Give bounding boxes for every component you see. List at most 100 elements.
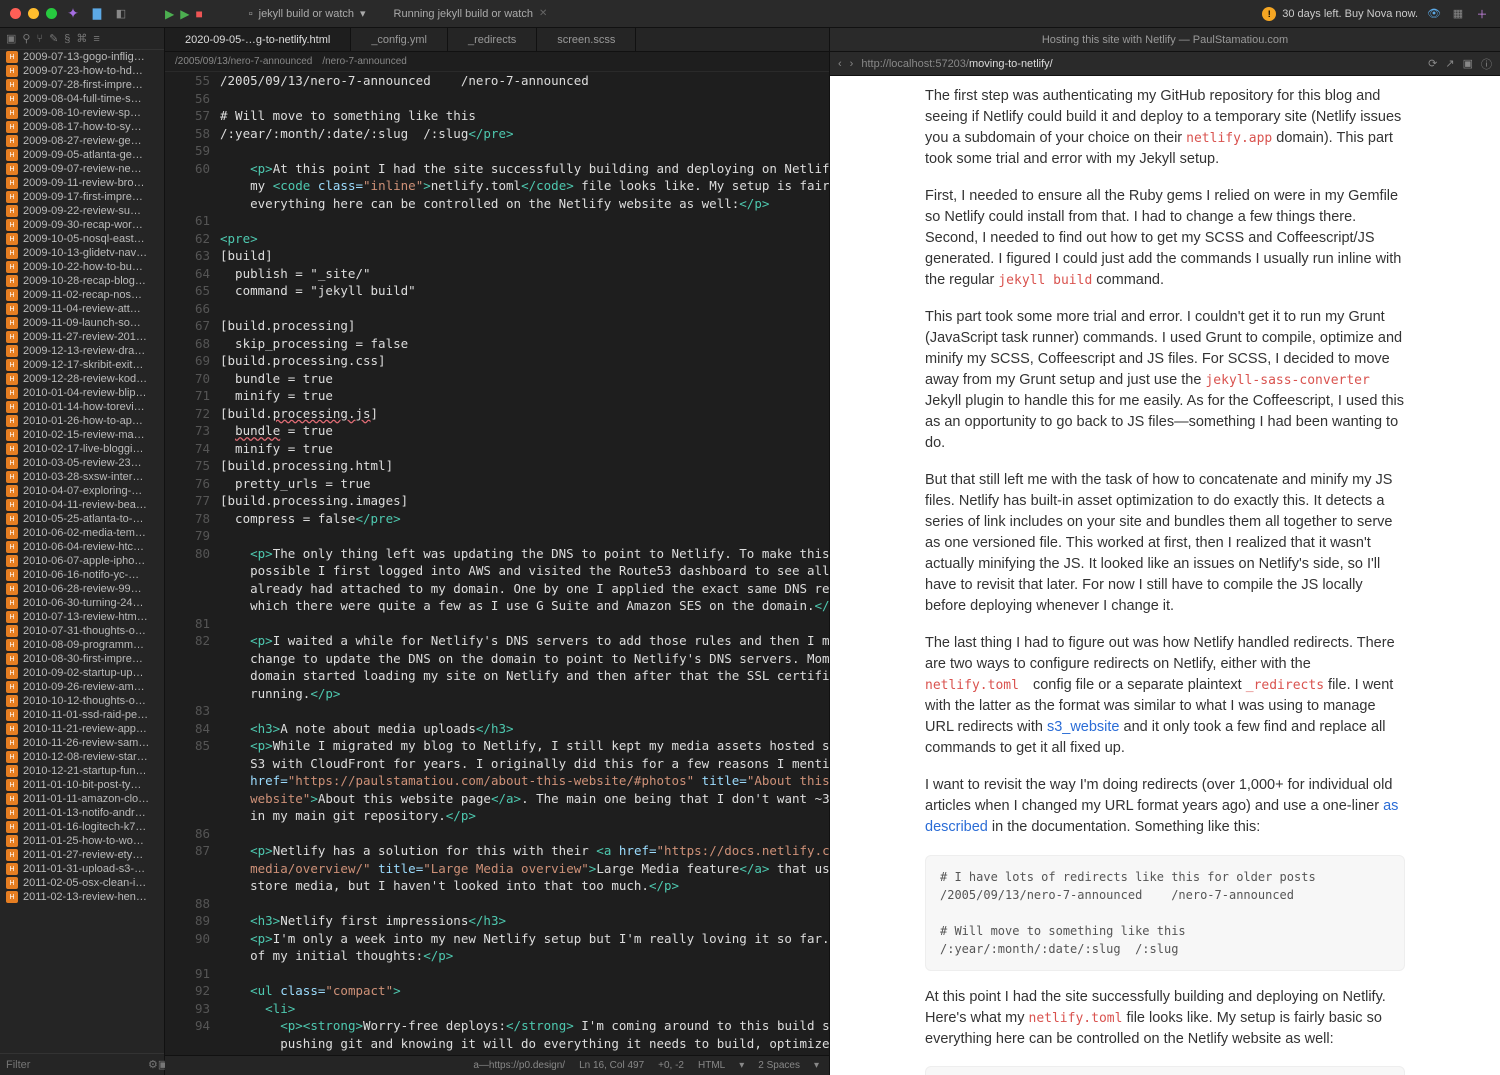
file-item[interactable]: H2010-04-11-review-bea…: [0, 498, 164, 512]
filter-input[interactable]: [6, 1059, 148, 1071]
preview-url[interactable]: http://localhost:57203/moving-to-netlify…: [861, 58, 1420, 70]
zoom-window[interactable]: [46, 8, 57, 19]
chevron-down-icon[interactable]: ▾: [360, 7, 366, 20]
file-item[interactable]: H2009-10-05-nosql-east…: [0, 232, 164, 246]
gear-icon[interactable]: ⚙: [148, 1058, 158, 1071]
file-item[interactable]: H2010-01-14-how-torevi…: [0, 400, 164, 414]
git-branch[interactable]: a—https://p0.design/: [473, 1060, 565, 1071]
file-item[interactable]: H2010-09-26-review-am…: [0, 680, 164, 694]
chevron-icon[interactable]: ▾: [814, 1060, 819, 1071]
file-item[interactable]: H2009-09-07-review-ne…: [0, 162, 164, 176]
reload-icon[interactable]: ⟳: [1428, 57, 1437, 70]
file-item[interactable]: H2009-07-23-how-to-hd…: [0, 64, 164, 78]
file-item[interactable]: H2009-12-17-skribit-exit…: [0, 358, 164, 372]
file-item[interactable]: H2011-02-13-review-hen…: [0, 890, 164, 904]
file-item[interactable]: H2009-07-28-first-impre…: [0, 78, 164, 92]
file-item[interactable]: H2010-06-30-turning-24…: [0, 596, 164, 610]
file-item[interactable]: H2010-12-08-review-star…: [0, 750, 164, 764]
file-item[interactable]: H2010-08-09-programm…: [0, 638, 164, 652]
file-item[interactable]: H2010-02-15-review-ma…: [0, 428, 164, 442]
indent-mode[interactable]: 2 Spaces: [758, 1060, 800, 1071]
file-item[interactable]: H2011-01-16-logitech-k7…: [0, 820, 164, 834]
file-item[interactable]: H2010-06-07-apple-ipho…: [0, 554, 164, 568]
file-item[interactable]: H2010-03-05-review-23…: [0, 456, 164, 470]
file-item[interactable]: H2009-11-02-recap-nos…: [0, 288, 164, 302]
file-item[interactable]: H2010-06-28-review-99…: [0, 582, 164, 596]
folder-icon[interactable]: ▇: [89, 6, 105, 22]
file-item[interactable]: H2009-10-28-recap-blog…: [0, 274, 164, 288]
folder-icon[interactable]: ▣: [6, 32, 16, 45]
debug-icon[interactable]: ▶: [180, 7, 189, 21]
task-tab-2[interactable]: Running jekyll build or watch ✕: [384, 5, 558, 23]
file-item[interactable]: H2010-07-31-thoughts-o…: [0, 624, 164, 638]
file-item[interactable]: H2010-06-02-media-tem…: [0, 526, 164, 540]
file-item[interactable]: H2010-06-04-review-htc…: [0, 540, 164, 554]
file-item[interactable]: H2011-02-05-osx-clean-i…: [0, 876, 164, 890]
file-item[interactable]: H2009-09-17-first-impre…: [0, 190, 164, 204]
file-item[interactable]: H2010-03-28-sxsw-inter…: [0, 470, 164, 484]
file-item[interactable]: H2010-08-30-first-impre…: [0, 652, 164, 666]
editor-tab[interactable]: screen.scss: [537, 28, 636, 51]
file-item[interactable]: H2011-01-13-notifo-andr…: [0, 806, 164, 820]
file-item[interactable]: H2009-11-09-launch-so…: [0, 316, 164, 330]
file-item[interactable]: H2009-07-13-gogo-inflig…: [0, 50, 164, 64]
file-item[interactable]: H2009-08-10-review-sp…: [0, 106, 164, 120]
symbols-icon[interactable]: §: [64, 33, 70, 45]
file-item[interactable]: H2009-12-13-review-dra…: [0, 344, 164, 358]
clips-icon[interactable]: ✎: [49, 32, 58, 45]
file-item[interactable]: H2010-02-17-live-bloggi…: [0, 442, 164, 456]
file-item[interactable]: H2009-08-17-how-to-sy…: [0, 120, 164, 134]
file-item[interactable]: H2010-06-16-notifo-yc-…: [0, 568, 164, 582]
search-icon[interactable]: ⚲: [22, 32, 30, 45]
file-item[interactable]: H2011-01-25-how-to-wo…: [0, 834, 164, 848]
file-item[interactable]: H2009-09-11-review-bro…: [0, 176, 164, 190]
preview-content[interactable]: The first step was authenticating my Git…: [830, 76, 1500, 1075]
file-item[interactable]: H2009-11-04-review-att…: [0, 302, 164, 316]
devtools-icon[interactable]: ▣: [1463, 57, 1473, 70]
play-icon[interactable]: ▶: [165, 7, 174, 21]
language-mode[interactable]: HTML: [698, 1060, 725, 1071]
file-item[interactable]: H2010-07-13-review-htm…: [0, 610, 164, 624]
scm-icon[interactable]: ⑂: [36, 33, 43, 45]
file-item[interactable]: H2009-12-28-review-kod…: [0, 372, 164, 386]
link-netlify-toml[interactable]: netlify.toml: [925, 678, 1029, 693]
file-item[interactable]: H2010-01-26-how-to-ap…: [0, 414, 164, 428]
file-item[interactable]: H2009-10-13-glidetv-nav…: [0, 246, 164, 260]
file-item[interactable]: H2011-01-11-amazon-clo…: [0, 792, 164, 806]
file-item[interactable]: H2009-08-27-review-ge…: [0, 134, 164, 148]
file-item[interactable]: H2010-04-07-exploring-…: [0, 484, 164, 498]
chevron-icon[interactable]: ▾: [739, 1060, 744, 1071]
link-s3-website[interactable]: s3_website: [1047, 719, 1120, 735]
code-editor[interactable]: 5556575859606162636465666768697071727374…: [165, 72, 829, 1055]
file-item[interactable]: H2009-09-22-review-su…: [0, 204, 164, 218]
file-item[interactable]: H2010-11-01-ssd-raid-pe…: [0, 708, 164, 722]
file-item[interactable]: H2011-01-27-review-ety…: [0, 848, 164, 862]
close-window[interactable]: [10, 8, 21, 19]
file-item[interactable]: H2011-01-10-bit-post-ty…: [0, 778, 164, 792]
eye-icon[interactable]: 👁: [1426, 6, 1442, 22]
file-item[interactable]: H2010-12-21-startup-fun…: [0, 764, 164, 778]
file-item[interactable]: H2009-10-22-how-to-bu…: [0, 260, 164, 274]
panel-icon[interactable]: ▦: [1450, 6, 1466, 22]
external-icon[interactable]: ↗: [1445, 57, 1454, 70]
back-icon[interactable]: ‹: [838, 58, 842, 70]
file-item[interactable]: H2009-09-30-recap-wor…: [0, 218, 164, 232]
trial-notice[interactable]: ! 30 days left. Buy Nova now.: [1262, 7, 1418, 21]
file-item[interactable]: H2010-11-21-review-app…: [0, 722, 164, 736]
editor-tab[interactable]: _config.yml: [351, 28, 448, 51]
file-item[interactable]: H2010-11-26-review-sam…: [0, 736, 164, 750]
file-item[interactable]: H2009-09-05-atlanta-ge…: [0, 148, 164, 162]
cursor-position[interactable]: Ln 16, Col 497: [579, 1060, 644, 1071]
info-icon[interactable]: ⓘ: [1481, 56, 1492, 72]
stop-icon[interactable]: ■: [195, 7, 202, 21]
tags-icon[interactable]: ⌘: [76, 32, 87, 45]
task-tab-1[interactable]: ▫ jekyll build or watch ▾: [239, 4, 376, 23]
file-item[interactable]: H2010-05-25-atlanta-to-…: [0, 512, 164, 526]
file-item[interactable]: H2010-09-02-startup-up…: [0, 666, 164, 680]
forward-icon[interactable]: ›: [850, 58, 854, 70]
issues-icon[interactable]: ≡: [93, 33, 99, 45]
file-item[interactable]: H2009-11-27-review-201…: [0, 330, 164, 344]
file-item[interactable]: H2009-08-04-full-time-s…: [0, 92, 164, 106]
add-icon[interactable]: ＋: [1474, 6, 1490, 22]
minimize-window[interactable]: [28, 8, 39, 19]
